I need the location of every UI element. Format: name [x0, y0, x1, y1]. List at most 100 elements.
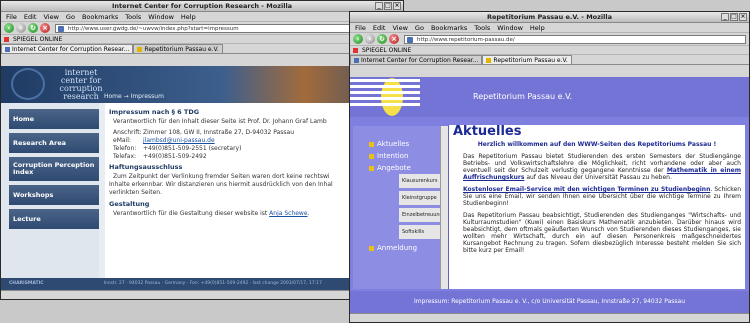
breadcrumb[interactable]: Home → Impressum [104, 93, 164, 100]
bookmarks-toolbar: SPIEGEL ONLINE [350, 46, 749, 55]
tab-favicon-icon [137, 46, 143, 52]
minimize-icon[interactable]: _ [375, 2, 383, 10]
bullet-icon [369, 245, 374, 251]
menu-bar: File Edit View Go Bookmarks Tools Window… [350, 23, 749, 33]
page-content: internet center for corruption research … [1, 66, 403, 290]
browser-window-repetitorium[interactable]: Repetitorium Passau e.V. - Mozilla _ □ ×… [349, 11, 750, 323]
menu-edit[interactable]: Edit [373, 24, 386, 32]
nav-workshops[interactable]: Workshops [9, 185, 99, 205]
stop-icon[interactable]: × [389, 34, 399, 44]
bookmark-spiegel[interactable]: SPIEGEL ONLINE [13, 36, 62, 43]
tab-favicon-icon [354, 57, 359, 63]
maximize-icon[interactable]: □ [384, 2, 392, 10]
back-icon[interactable]: ‹ [4, 23, 14, 33]
tab-repetitorium[interactable]: Repetitorium Passau e.V. [133, 44, 223, 53]
page-content: Repetitorium Passau e.V. Aktuelles Inten… [350, 77, 749, 313]
globe-logo-icon [11, 68, 45, 100]
tab-favicon-icon [486, 57, 492, 63]
forward-icon[interactable]: › [365, 34, 375, 44]
subnav-kleinstgruppe[interactable]: Kleinstgruppe [399, 191, 443, 205]
nav-cpi[interactable]: Corruption Perception Index [9, 157, 99, 181]
subnav-klausurenkurs[interactable]: Klausurenkurs [399, 174, 443, 188]
browser-window-icc[interactable]: Internet Center for Corruption Research … [0, 0, 404, 300]
menu-go[interactable]: Go [415, 24, 424, 32]
menu-go[interactable]: Go [66, 13, 75, 21]
window-titlebar[interactable]: Repetitorium Passau e.V. - Mozilla _ □ × [350, 12, 749, 23]
footer-brand: CHARISMATIC [9, 281, 44, 286]
designer-link[interactable]: Anja Schewe [269, 210, 307, 217]
url-input[interactable]: http://www.repetitorium-passau.de/ [404, 34, 746, 44]
sidebar: Home Research Area Corruption Perception… [1, 103, 99, 278]
menu-bookmarks[interactable]: Bookmarks [82, 13, 118, 21]
nav-research-area[interactable]: Research Area [9, 133, 99, 153]
forward-icon[interactable]: › [16, 23, 26, 33]
stop-icon[interactable]: × [40, 23, 50, 33]
tab-icc[interactable]: Internet Center for Corruption Resear... [1, 44, 134, 53]
nav-home[interactable]: Home [9, 109, 99, 129]
window-titlebar[interactable]: Internet Center for Corruption Research … [1, 1, 403, 12]
menu-bookmarks[interactable]: Bookmarks [431, 24, 467, 32]
tab-icc[interactable]: Internet Center for Corruption Resear... [350, 55, 483, 64]
footer-text: Innstr. 27 · 94032 Passau · Germany · Fo… [103, 281, 322, 286]
menu-bar: File Edit View Go Bookmarks Tools Window… [1, 12, 403, 22]
bookmark-spiegel[interactable]: SPIEGEL ONLINE [362, 47, 411, 54]
nav-angebote[interactable]: Angebote [369, 164, 411, 172]
site-footer: Impressum: Repetitorium Passau e. V., c/… [350, 291, 749, 313]
menu-tools[interactable]: Tools [474, 24, 490, 32]
menu-tools[interactable]: Tools [125, 13, 141, 21]
navigation-toolbar: ‹ › ↻ × http://www.user.gwdg.de/~uwvw/in… [1, 22, 403, 35]
site-header: Repetitorium Passau e.V. [350, 77, 749, 117]
site-favicon-icon [407, 36, 413, 43]
bullet-icon [369, 165, 374, 171]
page-title: Aktuelles [453, 125, 522, 139]
menu-window[interactable]: Window [148, 13, 174, 21]
status-bar [350, 313, 749, 322]
stripes-logo-icon [350, 79, 420, 115]
bullet-icon [369, 141, 374, 147]
main-content: Aktuelles Herzlich willkommen auf den WW… [448, 125, 745, 289]
window-title: Repetitorium Passau e.V. - Mozilla [486, 13, 613, 21]
sidebar: Aktuelles Intention Angebote Klausurenku… [353, 126, 445, 289]
tab-bar: Internet Center for Corruption Resear...… [350, 55, 749, 65]
site-title: internet center for corruption research [59, 68, 103, 101]
window-title: Internet Center for Corruption Research … [111, 2, 293, 10]
maximize-icon[interactable]: □ [730, 13, 738, 21]
site-header: internet center for corruption research … [1, 66, 403, 103]
nav-aktuelles[interactable]: Aktuelles [369, 140, 409, 148]
bullet-icon [369, 153, 374, 159]
menu-help[interactable]: Help [530, 24, 545, 32]
close-icon[interactable]: × [739, 13, 747, 21]
subnav-softskills[interactable]: Softskills [399, 225, 443, 239]
close-icon[interactable]: × [393, 2, 401, 10]
nav-anmeldung[interactable]: Anmeldung [369, 244, 417, 252]
status-bar [1, 290, 403, 299]
navigation-toolbar: ‹ › ↻ × http://www.repetitorium-passau.d… [350, 33, 749, 46]
subnav-einzelbetreuung[interactable]: Einzelbetreuung [399, 208, 443, 222]
sidebar-scrollbar[interactable] [440, 126, 448, 289]
tab-favicon-icon [5, 46, 10, 52]
kuwi-paragraph: Das Repetitorium Passau beabsichtigt, St… [463, 212, 741, 254]
menu-help[interactable]: Help [181, 13, 196, 21]
tab-repetitorium[interactable]: Repetitorium Passau e.V. [482, 55, 572, 64]
bookmark-icon [4, 36, 9, 42]
bookmarks-toolbar: SPIEGEL ONLINE [1, 35, 403, 44]
reload-icon[interactable]: ↻ [28, 23, 38, 33]
menu-edit[interactable]: Edit [24, 13, 37, 21]
nav-intention[interactable]: Intention [369, 152, 408, 160]
email-link[interactable]: jlambsd@uni-passau.de [143, 137, 215, 145]
nav-lecture[interactable]: Lecture [9, 209, 99, 229]
reload-icon[interactable]: ↻ [377, 34, 387, 44]
email-service-paragraph: Kostenloser Email-Service mit den wichti… [463, 186, 741, 207]
back-icon[interactable]: ‹ [353, 34, 363, 44]
intro-paragraph: Das Repetitorium Passau bietet Studieren… [463, 153, 741, 181]
menu-window[interactable]: Window [497, 24, 523, 32]
menu-view[interactable]: View [43, 13, 58, 21]
menu-file[interactable]: File [355, 24, 366, 32]
minimize-icon[interactable]: _ [721, 13, 729, 21]
menu-file[interactable]: File [6, 13, 17, 21]
menu-view[interactable]: View [392, 24, 407, 32]
bookmark-icon [353, 47, 358, 53]
email-service-link[interactable]: Kostenloser Email-Service mit den wichti… [463, 186, 710, 193]
site-favicon-icon [58, 25, 64, 32]
tab-bar: Internet Center for Corruption Resear...… [1, 44, 403, 54]
